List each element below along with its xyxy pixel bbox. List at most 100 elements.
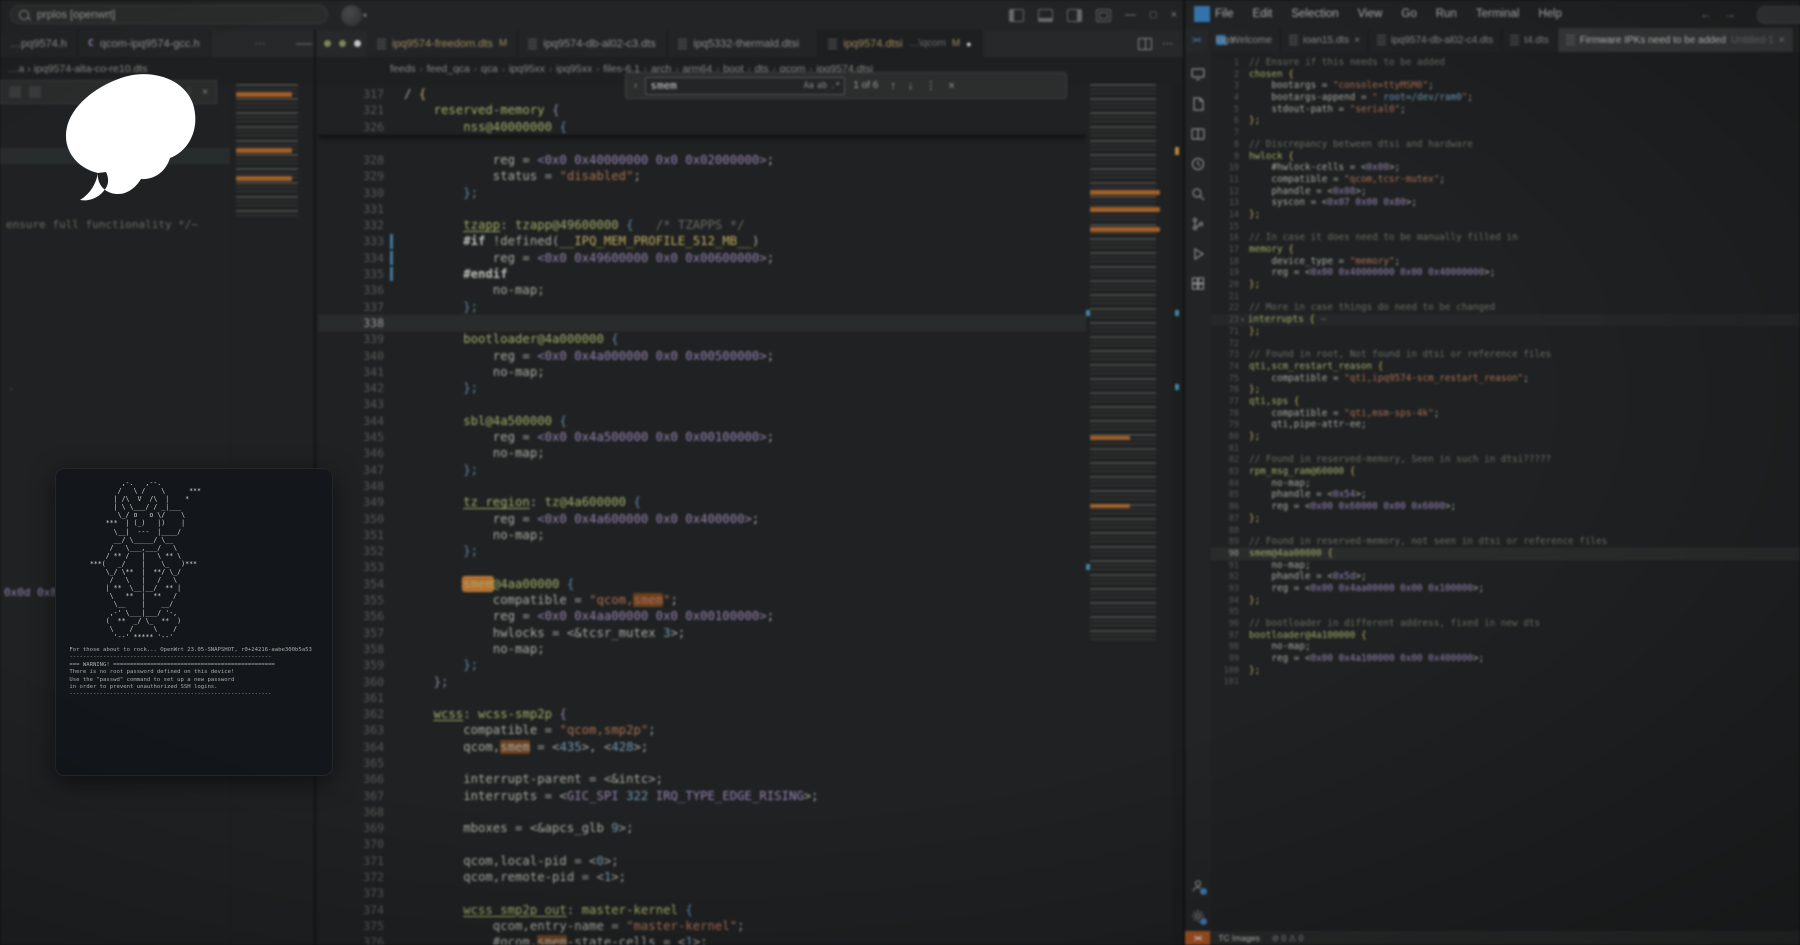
find-option-icon[interactable] bbox=[29, 86, 41, 98]
remote-status-badge[interactable]: >< bbox=[1185, 931, 1210, 945]
menu-help[interactable]: Help bbox=[1538, 8, 1562, 20]
toggle-secondary-sidebar-icon[interactable] bbox=[1067, 9, 1082, 22]
code-line[interactable]: 343 bbox=[318, 396, 1086, 412]
code-line[interactable]: 14}; bbox=[1211, 209, 1800, 221]
code-line[interactable]: 342}; bbox=[318, 380, 1086, 396]
code-line[interactable]: 100}; bbox=[1211, 665, 1800, 677]
tab[interactable]: ipq5332-thermald.dtsi bbox=[668, 30, 818, 57]
run-debug-icon[interactable] bbox=[1190, 246, 1206, 262]
status-remote-label[interactable]: TC Images bbox=[1218, 933, 1260, 943]
code-line[interactable]: 82// Found in reserved-memory, Seen in s… bbox=[1211, 454, 1800, 466]
code-line[interactable]: 22// More in case things do need to be c… bbox=[1211, 302, 1800, 314]
status-problems[interactable]: ⊘ 0 ⚠ 0 bbox=[1272, 933, 1303, 944]
command-center-search[interactable]: prplos [openwrt] bbox=[10, 5, 328, 24]
code-line[interactable]: 356reg = <0x0 0x4aa00000 0x0 0x00100000>… bbox=[318, 608, 1086, 624]
chevron-down-icon[interactable]: ▾ bbox=[363, 11, 367, 20]
command-center-search[interactable] bbox=[1757, 6, 1800, 24]
more-actions-icon[interactable]: ⋯ bbox=[1162, 37, 1173, 50]
find-in-selection-icon[interactable]: ⋮ bbox=[925, 79, 936, 92]
code-line[interactable]: 23›interrupts { ⋯ bbox=[1211, 314, 1800, 326]
code-line[interactable]: 89// Found in reserved-memory, not seen … bbox=[1211, 536, 1800, 548]
code-line[interactable]: 333#if !defined(__IPQ_MEM_PROFILE_512_MB… bbox=[318, 233, 1086, 249]
code-line[interactable]: 362wcss: wcss-smp2p { bbox=[318, 706, 1086, 722]
find-previous-icon[interactable]: ↑ bbox=[890, 80, 896, 92]
code-line[interactable]: 83rpm_msg_ram@60000 { bbox=[1211, 466, 1800, 478]
menu-edit[interactable]: Edit bbox=[1253, 8, 1273, 20]
code-line[interactable]: 341no-map; bbox=[318, 364, 1086, 380]
menu-run[interactable]: Run bbox=[1436, 8, 1457, 20]
code-line[interactable]: 370 bbox=[318, 836, 1086, 852]
code-line[interactable]: 75compatible = "qti,ipq9574-scm_restart_… bbox=[1211, 373, 1800, 385]
history-icon[interactable] bbox=[1190, 156, 1206, 172]
code-line[interactable]: 73// Found in root, Not found in dtsi or… bbox=[1211, 349, 1800, 361]
code-line[interactable]: 371qcom,local-pid = <0>; bbox=[318, 853, 1086, 869]
code-line[interactable]: 17memory { bbox=[1211, 244, 1800, 256]
minimize-button[interactable]: — bbox=[1125, 9, 1136, 21]
code-line[interactable]: 4bootargs-append = " root=/dev/ram0"; bbox=[1211, 92, 1800, 104]
source-control-icon[interactable] bbox=[1190, 216, 1206, 232]
find-expand-icon[interactable]: › bbox=[634, 80, 637, 91]
code-line[interactable]: 19reg = <0x00 0x40000000 0x00 0x40000000… bbox=[1211, 267, 1800, 279]
menu-view[interactable]: View bbox=[1358, 8, 1383, 20]
tab[interactable]: logo Welcome bbox=[1208, 28, 1282, 52]
code-line[interactable]: 99reg = <0x00 0x4a100000 0x00 0x400000>; bbox=[1211, 653, 1800, 665]
customize-layout-icon[interactable] bbox=[1096, 9, 1111, 22]
regex-icon[interactable]: .* bbox=[830, 77, 840, 95]
code-line[interactable]: 71}; bbox=[1211, 326, 1800, 338]
code-line[interactable]: 347}; bbox=[318, 462, 1086, 478]
find-input[interactable]: smem Aa ab .* bbox=[645, 77, 845, 95]
search-icon[interactable] bbox=[1190, 186, 1206, 202]
code-line[interactable]: 365 bbox=[318, 755, 1086, 771]
code-line[interactable]: 20}; bbox=[1211, 279, 1800, 291]
code-line[interactable]: 76}; bbox=[1211, 384, 1800, 396]
code-line[interactable]: 78compatible = "qti,msm-sps-4k"; bbox=[1211, 408, 1800, 420]
extensions-icon[interactable] bbox=[1190, 276, 1206, 292]
code-line[interactable]: 361 bbox=[318, 690, 1086, 706]
tab[interactable]: ipq9574-db-al02-c4.dts bbox=[1369, 28, 1502, 52]
editor-main[interactable]: 317/ {321reserved-memory {326nss@4000000… bbox=[318, 84, 1086, 945]
code-line[interactable]: 94}; bbox=[1211, 595, 1800, 607]
breadcrumb-segment[interactable]: feed_qca bbox=[427, 63, 470, 75]
tab[interactable]: ioan15.dts× bbox=[1281, 28, 1369, 52]
find-option-icon[interactable] bbox=[9, 86, 21, 98]
fold-icon[interactable]: › bbox=[1240, 315, 1245, 324]
code-line[interactable]: 10#hwlock-cells = <0x00>; bbox=[1211, 162, 1800, 174]
settings-gear-icon[interactable] bbox=[1190, 908, 1206, 924]
code-line[interactable]: 345reg = <0x0 0x4a500000 0x0 0x00100000>… bbox=[318, 429, 1086, 445]
tab-overflow-button[interactable]: ⋯ bbox=[230, 30, 290, 57]
code-line[interactable]: 16// In case it does need to be manually… bbox=[1211, 232, 1800, 244]
tab[interactable]: ipq9574-db-al02-c3.dts bbox=[518, 30, 668, 57]
code-line[interactable]: 1// Ensure if this needs to be added bbox=[1211, 57, 1800, 69]
tab[interactable]: ipq9574.dtsi…\qcom M● bbox=[818, 30, 982, 57]
editor[interactable]: 1// Ensure if this needs to be added2cho… bbox=[1211, 52, 1800, 931]
code-line[interactable]: 93reg = <0x00 0x4aa00000 0x00 0x100000>; bbox=[1211, 583, 1800, 595]
remote-indicator-icon[interactable]: >< bbox=[1185, 28, 1208, 52]
code-line[interactable]: 96// bootloader in different address, fi… bbox=[1211, 618, 1800, 630]
code-line[interactable]: 358no-map; bbox=[318, 641, 1086, 657]
code-line[interactable]: 364qcom,smem = <435>, <428>; bbox=[318, 739, 1086, 755]
breadcrumb-segment[interactable]: feeds bbox=[390, 63, 416, 75]
menu-file[interactable]: File bbox=[1215, 8, 1234, 20]
close-button[interactable]: × bbox=[1171, 9, 1177, 21]
code-line[interactable]: 368 bbox=[318, 804, 1086, 820]
find-widget[interactable]: › smem Aa ab .* 1 of 6 ↑ ↓ ⋮ × bbox=[625, 72, 1067, 99]
menu-selection[interactable]: Selection bbox=[1291, 8, 1338, 20]
code-line[interactable]: 348 bbox=[318, 478, 1086, 494]
code-line[interactable]: 91no-map; bbox=[1211, 560, 1800, 572]
code-line[interactable]: 337}; bbox=[318, 299, 1086, 315]
code-line[interactable]: 340reg = <0x0 0x4a000000 0x0 0x00500000>… bbox=[318, 348, 1086, 364]
code-line[interactable]: 321reserved-memory { bbox=[318, 102, 1086, 118]
code-line[interactable]: 359}; bbox=[318, 657, 1086, 673]
code-line[interactable]: 355compatible = "qcom,smem"; bbox=[318, 592, 1086, 608]
code-line[interactable]: 338 bbox=[318, 315, 1086, 331]
overview-ruler[interactable] bbox=[1172, 84, 1183, 945]
code-line[interactable]: 332tzapp: tzapp@49600000 { /* TZAPPS */ bbox=[318, 217, 1086, 233]
code-line[interactable]: 376#qcom,smem-state-cells = <1>; bbox=[318, 934, 1086, 945]
code-line[interactable]: 7 bbox=[1211, 127, 1800, 139]
split-editor-icon[interactable] bbox=[1138, 38, 1152, 50]
explorer-icon[interactable] bbox=[1190, 96, 1206, 112]
code-line[interactable]: 360}; bbox=[318, 674, 1086, 690]
code-line[interactable]: 21 bbox=[1211, 291, 1800, 303]
code-line[interactable]: 351no-map; bbox=[318, 527, 1086, 543]
code-line[interactable]: 344sbl@4a500000 { bbox=[318, 413, 1086, 429]
